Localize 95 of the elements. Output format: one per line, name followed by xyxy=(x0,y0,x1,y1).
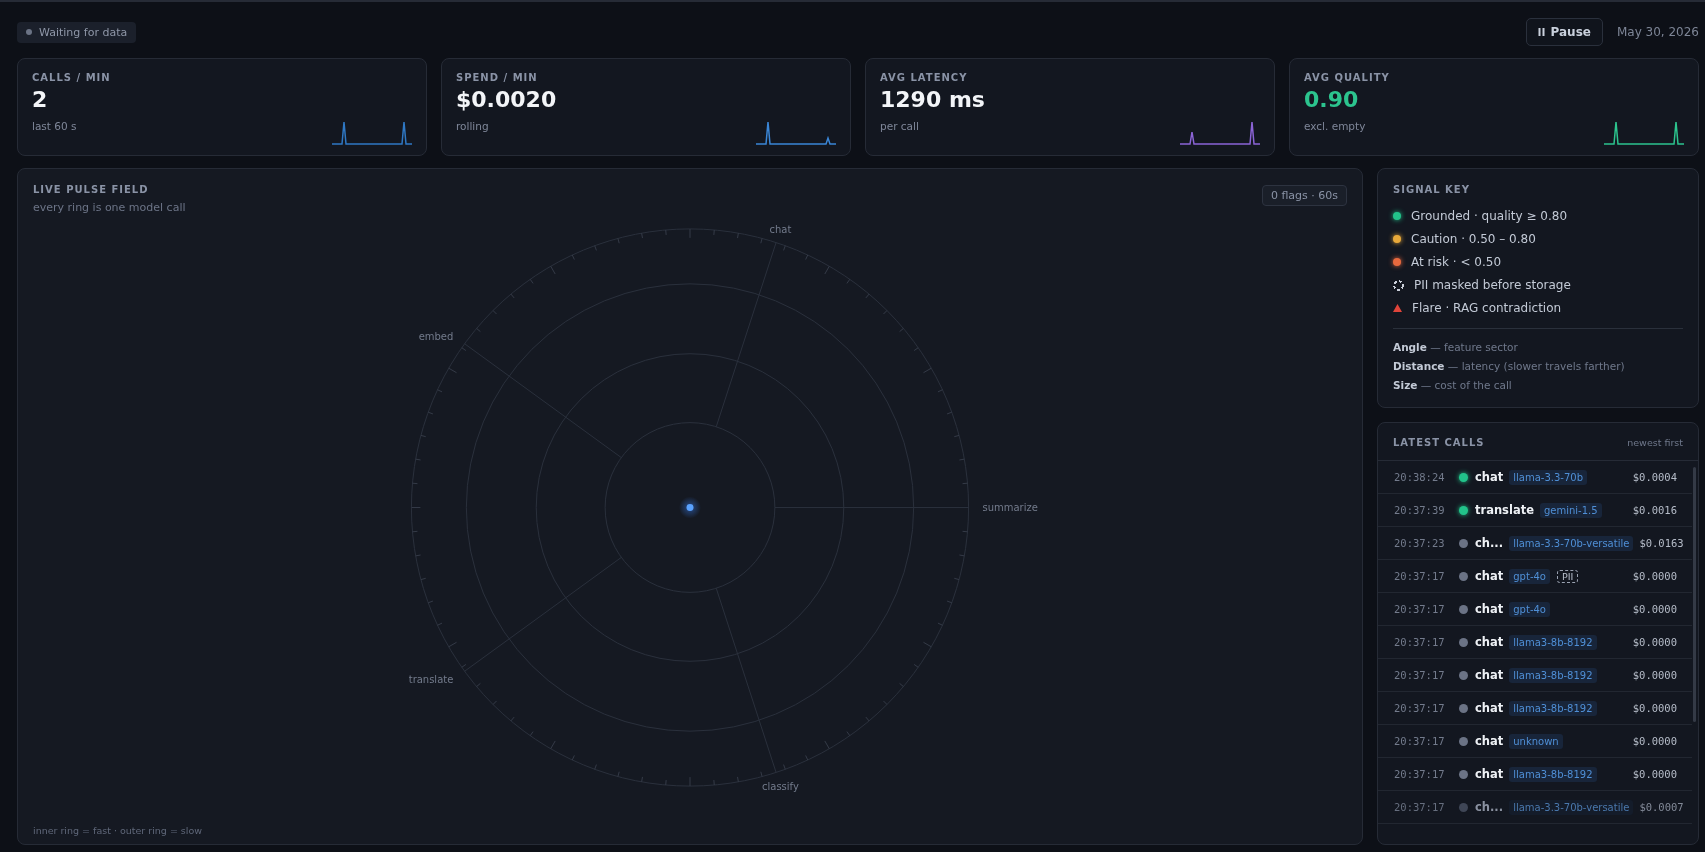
stat-value: $0.0020 xyxy=(456,87,558,112)
model-tag: gemini-1.5 xyxy=(1539,502,1602,518)
panel-title: LIVE PULSE FIELD xyxy=(33,184,150,195)
call-feature: chat xyxy=(1475,635,1504,649)
call-time: 20:37:17 xyxy=(1394,801,1446,813)
panel-title: LATEST CALLS xyxy=(1393,437,1485,448)
key-label: Grounded · quality ≥ 0.80 xyxy=(1411,209,1568,223)
pause-icon xyxy=(1537,28,1545,36)
key-label: PII masked before storage xyxy=(1414,278,1571,292)
call-row[interactable]: 20:37:17 chat gpt-4o $0.0000 xyxy=(1378,593,1692,626)
call-row[interactable]: 20:37:17 chat llama3-8b-8192 $0.0000 xyxy=(1378,659,1692,692)
status-dot xyxy=(26,29,32,35)
call-time: 20:37:17 xyxy=(1394,570,1446,582)
stat-caption: per call xyxy=(880,120,920,132)
model-tag: llama3-8b-8192 xyxy=(1509,667,1597,683)
call-row[interactable]: 20:37:23 ch... llama-3.3-70b-versatile $0.0163 xyxy=(1378,527,1692,560)
call-cost: $0.0000 xyxy=(1631,735,1677,747)
stat-value: 2 xyxy=(32,87,49,112)
key-note: Angle — feature sector xyxy=(1393,340,1519,355)
stat-value: 0.90 xyxy=(1304,87,1360,112)
stat-label: AVG LATENCY xyxy=(880,72,969,83)
model-tag: llama-3.3-70b-versatile xyxy=(1509,535,1634,551)
stat-value: 1290 ms xyxy=(880,87,986,112)
call-time: 20:38:24 xyxy=(1394,471,1446,483)
stat-label: SPEND / MIN xyxy=(456,72,539,83)
call-row[interactable]: 20:37:17 chat gpt-4o PII $0.0000 xyxy=(1378,560,1692,593)
key-label: Caution · 0.50 – 0.80 xyxy=(1411,232,1536,246)
model-tag: llama-3.3-70b-versatile xyxy=(1509,799,1634,815)
call-row[interactable]: 20:37:17 chat llama3-8b-8192 $0.0000 xyxy=(1378,758,1692,791)
call-time: 20:37:17 xyxy=(1394,669,1446,681)
call-time: 20:37:39 xyxy=(1394,504,1446,516)
call-time: 20:37:17 xyxy=(1394,735,1446,747)
panel-title: SIGNAL KEY xyxy=(1393,184,1471,195)
key-note: Size — cost of the call xyxy=(1393,378,1513,393)
model-tag: llama3-8b-8192 xyxy=(1509,700,1597,716)
call-cost: $0.0000 xyxy=(1631,570,1677,582)
sector-label: summarize xyxy=(982,502,1038,514)
key-label: At risk · < 0.50 xyxy=(1411,255,1502,269)
call-cost: $0.0000 xyxy=(1631,636,1677,648)
call-cost: $0.0004 xyxy=(1631,471,1677,483)
sector-label: chat xyxy=(769,224,792,236)
call-feature: chat xyxy=(1475,701,1504,715)
sector-label: classify xyxy=(762,780,799,792)
stat-label: AVG QUALITY xyxy=(1304,72,1391,83)
key-label: Flare · RAG contradiction xyxy=(1412,301,1562,315)
call-row[interactable]: 20:37:39 translate gemini-1.5 $0.0016 xyxy=(1378,494,1692,527)
call-row[interactable]: 20:37:17 chat llama3-8b-8192 $0.0000 xyxy=(1378,692,1692,725)
call-cost: $0.0016 xyxy=(1631,504,1677,516)
stat-caption: last 60 s xyxy=(32,120,78,132)
call-cost: $0.0000 xyxy=(1631,603,1677,615)
call-feature: ch... xyxy=(1475,536,1504,550)
call-feature: translate xyxy=(1475,503,1534,517)
call-cost: $0.0000 xyxy=(1631,768,1677,780)
call-feature: chat xyxy=(1475,569,1504,583)
call-feature: chat xyxy=(1475,668,1504,682)
date-text: May 30, 2026 xyxy=(1616,25,1699,39)
status-text: Waiting for data xyxy=(39,25,128,39)
pulse-dot xyxy=(679,496,701,519)
ring-legend: inner ring = fast · outer ring = slow xyxy=(33,825,203,836)
model-tag: gpt-4o xyxy=(1509,601,1550,617)
stat-label: CALLS / MIN xyxy=(32,72,112,83)
scrollbar-thumb[interactable] xyxy=(1693,467,1696,722)
call-row[interactable]: 20:38:24 chat llama-3.3-70b $0.0004 xyxy=(1378,461,1692,494)
pii-tag: PII xyxy=(1557,569,1579,583)
call-cost: $0.0000 xyxy=(1631,702,1677,714)
call-cost: $0.0163 xyxy=(1638,537,1684,549)
panel-subtitle: every ring is one model call xyxy=(33,201,186,214)
pause-button[interactable]: Pause xyxy=(1525,18,1603,46)
model-tag: llama3-8b-8192 xyxy=(1509,634,1597,650)
call-row[interactable]: 20:37:17 chat unknown $0.0000 xyxy=(1378,725,1692,758)
key-note: Distance — latency (slower travels farther) xyxy=(1393,359,1626,374)
model-tag: gpt-4o xyxy=(1509,568,1550,584)
flags-badge: 0 flags · 60s xyxy=(1261,185,1347,206)
call-feature: chat xyxy=(1475,734,1504,748)
call-cost: $0.0007 xyxy=(1638,801,1684,813)
call-feature: chat xyxy=(1475,470,1504,484)
call-time: 20:37:17 xyxy=(1394,603,1446,615)
call-time: 20:37:17 xyxy=(1394,636,1446,648)
call-time: 20:37:17 xyxy=(1394,768,1446,780)
sector-label: embed xyxy=(418,330,454,342)
call-time: 20:37:23 xyxy=(1394,537,1446,549)
model-tag: llama-3.3-70b xyxy=(1509,469,1587,485)
stat-caption: rolling xyxy=(456,120,490,132)
model-tag: unknown xyxy=(1509,733,1563,749)
stat-caption: excl. empty xyxy=(1304,120,1367,132)
call-row[interactable]: 20:37:17 chat llama3-8b-8192 $0.0000 xyxy=(1378,626,1692,659)
call-cost: $0.0000 xyxy=(1631,669,1677,681)
call-feature: ch... xyxy=(1475,800,1504,814)
call-row[interactable]: 20:37:17 ch... llama-3.3-70b-versatile $0.0007 xyxy=(1378,791,1692,824)
call-feature: chat xyxy=(1475,602,1504,616)
sort-order: newest first xyxy=(1627,437,1683,448)
model-tag: llama3-8b-8192 xyxy=(1509,766,1597,782)
sector-label: translate xyxy=(408,674,454,686)
call-time: 20:37:17 xyxy=(1394,702,1446,714)
call-feature: chat xyxy=(1475,767,1504,781)
